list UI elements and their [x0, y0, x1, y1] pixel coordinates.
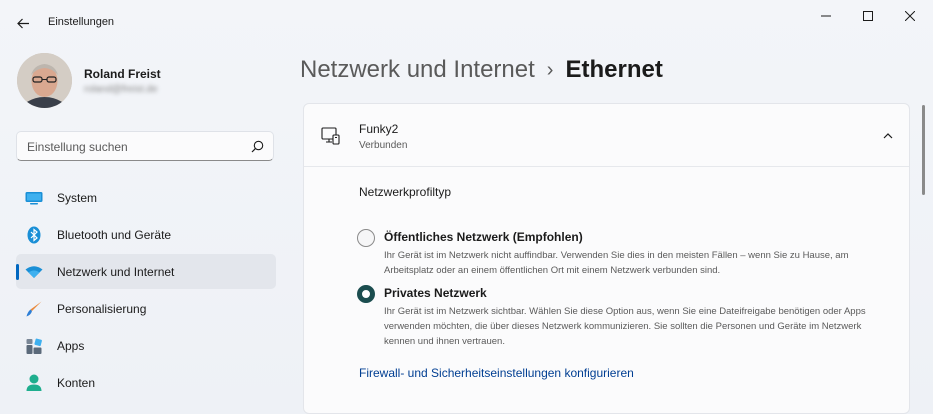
- sidebar-item-apps[interactable]: Apps: [16, 328, 276, 363]
- profile-type-title: Netzwerkprofiltyp: [359, 185, 452, 199]
- avatar[interactable]: [17, 53, 72, 108]
- page-title: Ethernet: [565, 56, 663, 83]
- sidebar-item-label: Apps: [57, 339, 85, 353]
- sidebar-item-personalization[interactable]: Personalisierung: [16, 291, 276, 326]
- sidebar-item-network[interactable]: Netzwerk und Internet: [16, 254, 276, 289]
- user-name: Roland Freist: [84, 67, 161, 81]
- settings-window: Einstellungen Roland Freist roland@freis…: [0, 0, 933, 414]
- search-icon[interactable]: [251, 140, 264, 153]
- monitor-icon: [25, 189, 43, 207]
- public-network-radio[interactable]: [357, 229, 375, 247]
- ethernet-icon: [321, 127, 340, 145]
- app-title: Einstellungen: [48, 16, 115, 28]
- breadcrumb-parent[interactable]: Netzwerk und Internet: [300, 56, 535, 84]
- back-button[interactable]: [10, 10, 36, 36]
- firewall-settings-link[interactable]: Firewall- und Sicherheitseinstellungen k…: [359, 366, 634, 380]
- brush-icon: [25, 300, 43, 318]
- sidebar-item-system[interactable]: System: [16, 180, 276, 215]
- selection-indicator: [16, 264, 19, 280]
- bluetooth-icon: [25, 226, 43, 244]
- breadcrumb: Netzwerk und Internet › Ethernet: [300, 56, 663, 84]
- user-email: roland@freist.de: [84, 84, 158, 95]
- sidebar-item-label: Netzwerk und Internet: [57, 265, 175, 279]
- chevron-up-icon[interactable]: [882, 130, 894, 142]
- user-photo-icon: [17, 53, 72, 108]
- public-network-label[interactable]: Öffentliches Netzwerk (Empfohlen): [384, 230, 583, 244]
- wifi-icon: [25, 263, 43, 281]
- sidebar-item-label: Personalisierung: [57, 302, 147, 316]
- maximize-icon: [863, 11, 873, 21]
- arrow-left-icon: [16, 18, 29, 28]
- scrollbar[interactable]: [922, 105, 926, 405]
- sidebar-item-label: Bluetooth und Geräte: [57, 228, 172, 242]
- connection-header[interactable]: Funky2 Verbunden: [304, 104, 909, 167]
- minimize-icon: [821, 15, 831, 17]
- private-network-description: Ihr Gerät ist im Netzwerk sichtbar. Wähl…: [384, 306, 866, 347]
- person-icon: [25, 374, 43, 392]
- scrollbar-thumb[interactable]: [922, 105, 925, 195]
- private-network-label[interactable]: Privates Netzwerk: [384, 286, 487, 300]
- private-network-radio[interactable]: [357, 285, 375, 303]
- sidebar-nav: System Bluetooth und Geräte Netzwerk und…: [16, 180, 276, 402]
- maximize-button[interactable]: [845, 0, 891, 32]
- sidebar-item-label: Konten: [57, 376, 96, 390]
- sidebar-item-label: System: [57, 191, 98, 205]
- close-button[interactable]: [887, 0, 933, 32]
- apps-icon: [25, 337, 43, 355]
- breadcrumb-separator: ›: [546, 58, 554, 81]
- minimize-button[interactable]: [803, 0, 849, 32]
- public-network-description: Ihr Gerät ist im Netzwerk nicht auffindb…: [384, 250, 849, 276]
- connection-name: Funky2: [359, 122, 399, 136]
- close-icon: [905, 11, 915, 21]
- search-box[interactable]: Einstellung suchen: [16, 131, 274, 161]
- sidebar-item-accounts[interactable]: Konten: [16, 365, 276, 400]
- connection-status: Verbunden: [359, 140, 408, 151]
- title-bar: Einstellungen: [0, 0, 933, 46]
- sidebar-item-bluetooth[interactable]: Bluetooth und Geräte: [16, 217, 276, 252]
- search-input[interactable]: Einstellung suchen: [27, 140, 128, 154]
- ethernet-card: Funky2 Verbunden Netzwerkprofiltyp Öffen…: [303, 103, 910, 414]
